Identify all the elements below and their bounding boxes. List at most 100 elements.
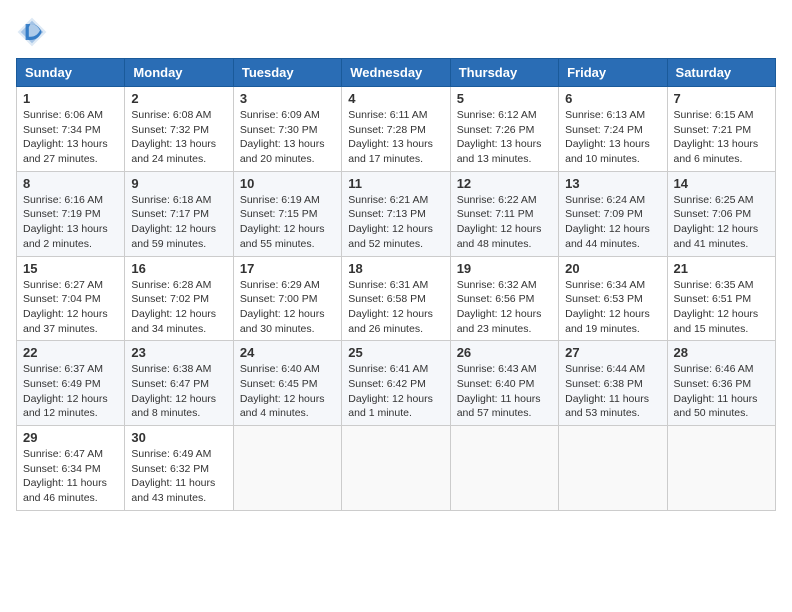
calendar-header-row: SundayMondayTuesdayWednesdayThursdayFrid… xyxy=(17,59,776,87)
day-info: Sunrise: 6:25 AM Sunset: 7:06 PM Dayligh… xyxy=(674,193,769,252)
day-info: Sunrise: 6:49 AM Sunset: 6:32 PM Dayligh… xyxy=(131,447,226,506)
day-cell-5: 5 Sunrise: 6:12 AM Sunset: 7:26 PM Daylig… xyxy=(450,87,558,172)
week-row-1: 1 Sunrise: 6:06 AM Sunset: 7:34 PM Daylig… xyxy=(17,87,776,172)
day-info: Sunrise: 6:16 AM Sunset: 7:19 PM Dayligh… xyxy=(23,193,118,252)
day-number: 14 xyxy=(674,176,769,191)
day-cell-26: 26 Sunrise: 6:43 AM Sunset: 6:40 PM Dayli… xyxy=(450,341,558,426)
day-cell-25: 25 Sunrise: 6:41 AM Sunset: 6:42 PM Dayli… xyxy=(342,341,450,426)
day-number: 5 xyxy=(457,91,552,106)
day-header-saturday: Saturday xyxy=(667,59,775,87)
day-cell-7: 7Sunrise: 6:15 AM Sunset: 7:21 PM Daylig… xyxy=(667,87,775,172)
day-info: Sunrise: 6:41 AM Sunset: 6:42 PM Dayligh… xyxy=(348,362,443,421)
day-number: 26 xyxy=(457,345,552,360)
day-number: 2 xyxy=(131,91,226,106)
day-cell-11: 11 Sunrise: 6:21 AM Sunset: 7:13 PM Dayli… xyxy=(342,171,450,256)
day-header-sunday: Sunday xyxy=(17,59,125,87)
day-cell-10: 10 Sunrise: 6:19 AM Sunset: 7:15 PM Dayli… xyxy=(233,171,341,256)
day-cell-16: 16 Sunrise: 6:28 AM Sunset: 7:02 PM Dayli… xyxy=(125,256,233,341)
day-info: Sunrise: 6:24 AM Sunset: 7:09 PM Dayligh… xyxy=(565,193,660,252)
day-number: 20 xyxy=(565,261,660,276)
day-number: 17 xyxy=(240,261,335,276)
day-cell-8: 8Sunrise: 6:16 AM Sunset: 7:19 PM Daylig… xyxy=(17,171,125,256)
week-row-5: 29Sunrise: 6:47 AM Sunset: 6:34 PM Dayli… xyxy=(17,426,776,511)
day-number: 15 xyxy=(23,261,118,276)
day-info: Sunrise: 6:22 AM Sunset: 7:11 PM Dayligh… xyxy=(457,193,552,252)
day-number: 4 xyxy=(348,91,443,106)
day-info: Sunrise: 6:35 AM Sunset: 6:51 PM Dayligh… xyxy=(674,278,769,337)
day-number: 30 xyxy=(131,430,226,445)
day-info: Sunrise: 6:13 AM Sunset: 7:24 PM Dayligh… xyxy=(565,108,660,167)
day-info: Sunrise: 6:12 AM Sunset: 7:26 PM Dayligh… xyxy=(457,108,552,167)
day-number: 22 xyxy=(23,345,118,360)
day-cell-19: 19 Sunrise: 6:32 AM Sunset: 6:56 PM Dayli… xyxy=(450,256,558,341)
day-info: Sunrise: 6:06 AM Sunset: 7:34 PM Dayligh… xyxy=(23,108,118,167)
day-info: Sunrise: 6:31 AM Sunset: 6:58 PM Dayligh… xyxy=(348,278,443,337)
page-header xyxy=(16,16,776,48)
day-number: 28 xyxy=(674,345,769,360)
day-cell-20: 20 Sunrise: 6:34 AM Sunset: 6:53 PM Dayli… xyxy=(559,256,667,341)
day-cell-21: 21 Sunrise: 6:35 AM Sunset: 6:51 PM Dayli… xyxy=(667,256,775,341)
week-row-2: 8Sunrise: 6:16 AM Sunset: 7:19 PM Daylig… xyxy=(17,171,776,256)
day-number: 29 xyxy=(23,430,118,445)
day-info: Sunrise: 6:08 AM Sunset: 7:32 PM Dayligh… xyxy=(131,108,226,167)
day-number: 19 xyxy=(457,261,552,276)
empty-cell xyxy=(342,426,450,511)
day-info: Sunrise: 6:27 AM Sunset: 7:04 PM Dayligh… xyxy=(23,278,118,337)
day-number: 23 xyxy=(131,345,226,360)
day-info: Sunrise: 6:29 AM Sunset: 7:00 PM Dayligh… xyxy=(240,278,335,337)
empty-cell xyxy=(450,426,558,511)
day-cell-22: 22 Sunrise: 6:37 AM Sunset: 6:49 PM Dayli… xyxy=(17,341,125,426)
day-number: 3 xyxy=(240,91,335,106)
calendar-body: 1 Sunrise: 6:06 AM Sunset: 7:34 PM Daylig… xyxy=(17,87,776,511)
day-cell-30: 30 Sunrise: 6:49 AM Sunset: 6:32 PM Dayli… xyxy=(125,426,233,511)
empty-cell xyxy=(559,426,667,511)
day-number: 10 xyxy=(240,176,335,191)
day-header-tuesday: Tuesday xyxy=(233,59,341,87)
day-header-friday: Friday xyxy=(559,59,667,87)
day-cell-1: 1 Sunrise: 6:06 AM Sunset: 7:34 PM Daylig… xyxy=(17,87,125,172)
day-number: 16 xyxy=(131,261,226,276)
logo xyxy=(16,16,52,48)
day-cell-23: 23 Sunrise: 6:38 AM Sunset: 6:47 PM Dayli… xyxy=(125,341,233,426)
day-number: 11 xyxy=(348,176,443,191)
day-info: Sunrise: 6:21 AM Sunset: 7:13 PM Dayligh… xyxy=(348,193,443,252)
calendar: SundayMondayTuesdayWednesdayThursdayFrid… xyxy=(16,58,776,511)
day-info: Sunrise: 6:19 AM Sunset: 7:15 PM Dayligh… xyxy=(240,193,335,252)
day-cell-13: 13 Sunrise: 6:24 AM Sunset: 7:09 PM Dayli… xyxy=(559,171,667,256)
day-number: 21 xyxy=(674,261,769,276)
day-cell-24: 24 Sunrise: 6:40 AM Sunset: 6:45 PM Dayli… xyxy=(233,341,341,426)
day-cell-2: 2 Sunrise: 6:08 AM Sunset: 7:32 PM Daylig… xyxy=(125,87,233,172)
day-cell-4: 4Sunrise: 6:11 AM Sunset: 7:28 PM Daylig… xyxy=(342,87,450,172)
day-number: 24 xyxy=(240,345,335,360)
day-number: 9 xyxy=(131,176,226,191)
day-cell-15: 15 Sunrise: 6:27 AM Sunset: 7:04 PM Dayli… xyxy=(17,256,125,341)
day-info: Sunrise: 6:37 AM Sunset: 6:49 PM Dayligh… xyxy=(23,362,118,421)
day-info: Sunrise: 6:43 AM Sunset: 6:40 PM Dayligh… xyxy=(457,362,552,421)
day-number: 12 xyxy=(457,176,552,191)
day-info: Sunrise: 6:32 AM Sunset: 6:56 PM Dayligh… xyxy=(457,278,552,337)
day-number: 1 xyxy=(23,91,118,106)
logo-icon xyxy=(16,16,48,48)
day-number: 6 xyxy=(565,91,660,106)
day-info: Sunrise: 6:38 AM Sunset: 6:47 PM Dayligh… xyxy=(131,362,226,421)
day-info: Sunrise: 6:40 AM Sunset: 6:45 PM Dayligh… xyxy=(240,362,335,421)
day-number: 13 xyxy=(565,176,660,191)
day-cell-17: 17 Sunrise: 6:29 AM Sunset: 7:00 PM Dayli… xyxy=(233,256,341,341)
day-info: Sunrise: 6:18 AM Sunset: 7:17 PM Dayligh… xyxy=(131,193,226,252)
empty-cell xyxy=(667,426,775,511)
day-cell-9: 9 Sunrise: 6:18 AM Sunset: 7:17 PM Daylig… xyxy=(125,171,233,256)
day-number: 25 xyxy=(348,345,443,360)
day-info: Sunrise: 6:28 AM Sunset: 7:02 PM Dayligh… xyxy=(131,278,226,337)
day-info: Sunrise: 6:15 AM Sunset: 7:21 PM Dayligh… xyxy=(674,108,769,167)
day-info: Sunrise: 6:34 AM Sunset: 6:53 PM Dayligh… xyxy=(565,278,660,337)
week-row-4: 22 Sunrise: 6:37 AM Sunset: 6:49 PM Dayli… xyxy=(17,341,776,426)
day-cell-12: 12 Sunrise: 6:22 AM Sunset: 7:11 PM Dayli… xyxy=(450,171,558,256)
week-row-3: 15 Sunrise: 6:27 AM Sunset: 7:04 PM Dayli… xyxy=(17,256,776,341)
day-header-thursday: Thursday xyxy=(450,59,558,87)
day-number: 18 xyxy=(348,261,443,276)
day-cell-29: 29Sunrise: 6:47 AM Sunset: 6:34 PM Dayli… xyxy=(17,426,125,511)
day-number: 27 xyxy=(565,345,660,360)
day-cell-28: 28Sunrise: 6:46 AM Sunset: 6:36 PM Dayli… xyxy=(667,341,775,426)
empty-cell xyxy=(233,426,341,511)
day-cell-27: 27Sunrise: 6:44 AM Sunset: 6:38 PM Dayli… xyxy=(559,341,667,426)
